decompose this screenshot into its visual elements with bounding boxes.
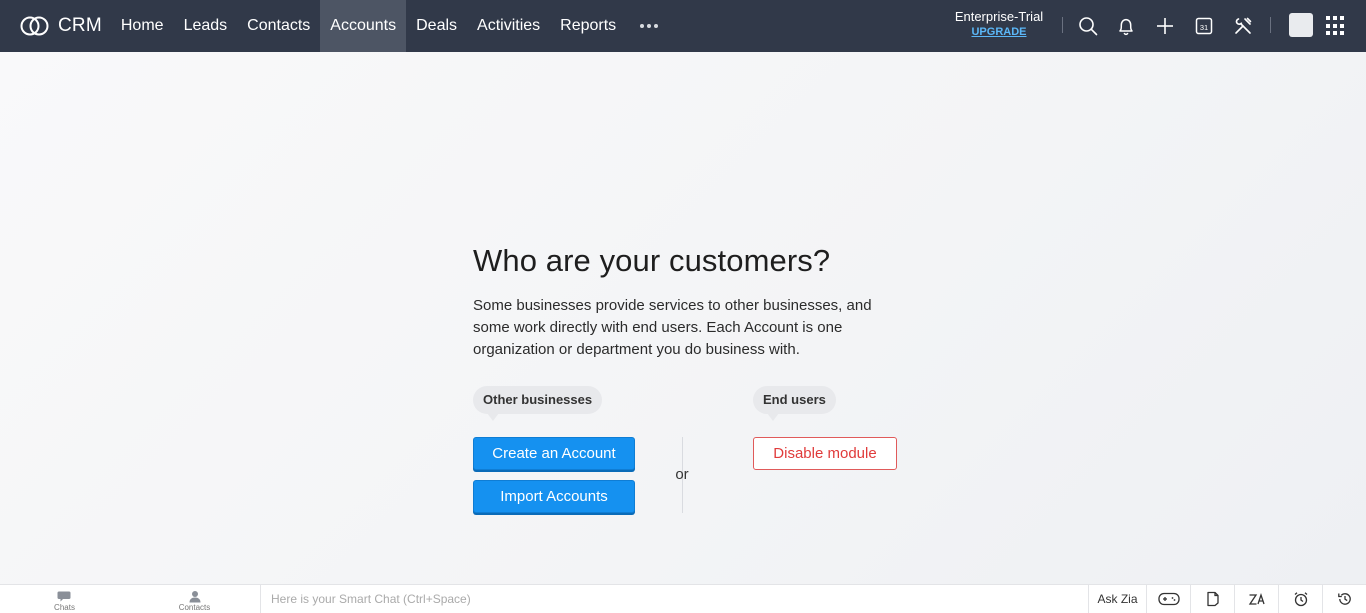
plan-name: Enterprise-Trial: [954, 9, 1044, 24]
bell-icon[interactable]: [1113, 13, 1139, 39]
tab-deals[interactable]: Deals: [406, 0, 467, 52]
chats-label: Chats: [54, 603, 75, 612]
setup-tools-icon[interactable]: [1230, 13, 1256, 39]
contacts-tab[interactable]: Contacts: [130, 585, 260, 613]
contact-person-icon: [189, 591, 200, 603]
notes-icon[interactable]: [1190, 585, 1234, 613]
create-account-button[interactable]: Create an Account: [473, 437, 635, 470]
history-icon[interactable]: [1322, 585, 1366, 613]
page-description: Some businesses provide services to othe…: [473, 297, 872, 358]
bottom-tools: Ask Zia: [1088, 585, 1366, 613]
apps-grid-icon[interactable]: [1326, 16, 1346, 36]
chats-tab[interactable]: Chats: [0, 585, 130, 613]
tab-accounts[interactable]: Accounts: [320, 0, 407, 52]
disable-module-button[interactable]: Disable module: [753, 437, 897, 470]
tab-contacts[interactable]: Contacts: [237, 0, 320, 52]
chat-bubble-icon: [57, 591, 70, 602]
search-icon[interactable]: [1075, 13, 1101, 39]
tab-reports[interactable]: Reports: [550, 0, 626, 52]
empty-state-content: Who are your customers? Some businesses …: [473, 242, 903, 361]
calendar-icon[interactable]: 31: [1191, 13, 1217, 39]
translate-icon[interactable]: [1234, 585, 1278, 613]
accounts-empty-state: Who are your customers? Some businesses …: [0, 52, 1366, 584]
other-businesses-label: Other businesses: [473, 386, 603, 421]
end-users-label: End users: [753, 386, 836, 421]
brand-name: CRM: [58, 15, 102, 36]
gamepad-icon[interactable]: [1146, 585, 1190, 613]
upgrade-link[interactable]: UPGRADE: [945, 24, 1053, 40]
plan-info: Enterprise-Trial UPGRADE: [945, 9, 1053, 40]
crm-logo-icon: [20, 16, 49, 36]
calendar-day: 31: [1200, 23, 1208, 32]
more-modules-icon[interactable]: [626, 0, 672, 52]
module-tabs: Home Leads Contacts Accounts Deals Activ…: [111, 0, 672, 52]
crm-logo[interactable]: CRM: [0, 0, 111, 52]
tab-home[interactable]: Home: [111, 0, 174, 52]
divider: [1270, 17, 1271, 33]
tab-leads[interactable]: Leads: [174, 0, 238, 52]
page-title: Who are your customers?: [473, 243, 831, 278]
import-accounts-button[interactable]: Import Accounts: [473, 480, 635, 513]
bottom-bar: Chats Contacts Here is your Smart Chat (…: [0, 584, 1366, 613]
tab-activities[interactable]: Activities: [467, 0, 550, 52]
top-navigation-bar: CRM Home Leads Contacts Accounts Deals A…: [0, 0, 1366, 52]
or-text: or: [675, 466, 689, 483]
user-avatar[interactable]: [1289, 13, 1313, 37]
alarm-clock-icon[interactable]: [1278, 585, 1322, 613]
ask-zia-button[interactable]: Ask Zia: [1088, 585, 1146, 613]
contacts-label: Contacts: [178, 603, 211, 612]
plus-icon[interactable]: [1152, 13, 1178, 39]
smart-chat-input[interactable]: Here is your Smart Chat (Ctrl+Space): [260, 585, 1088, 613]
divider: [1062, 17, 1063, 33]
